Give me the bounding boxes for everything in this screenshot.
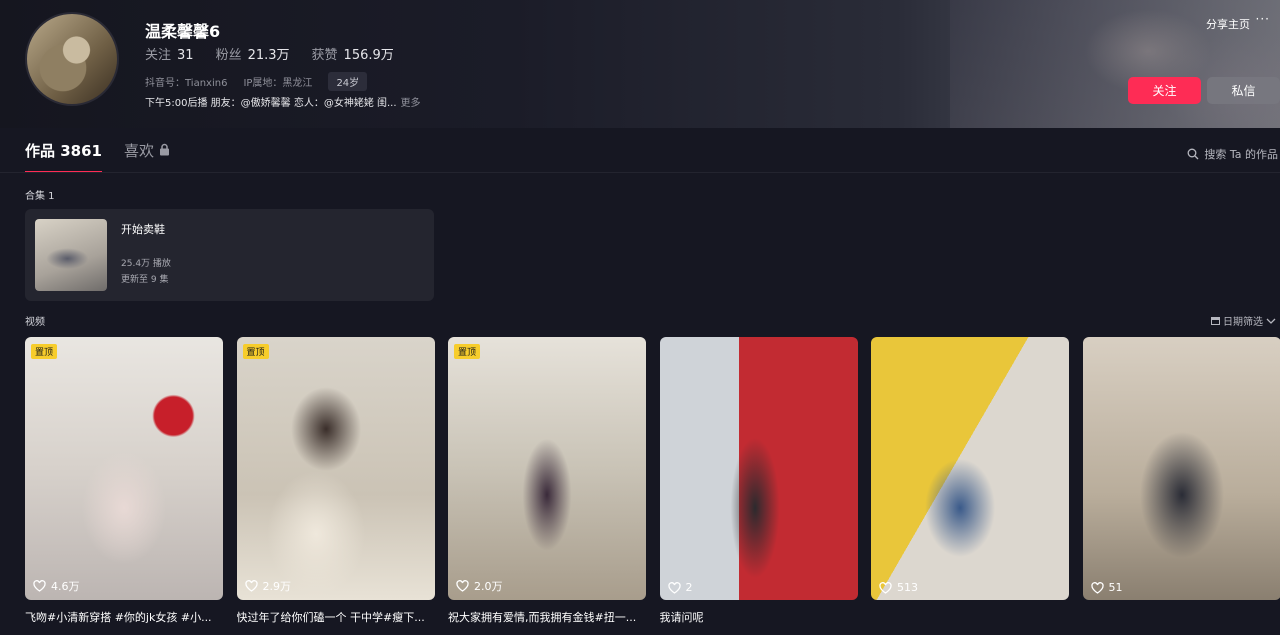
- profile-bio: 下午5:00后播 朋友：@傲娇馨馨 恋人：@女神姥姥 闺... 更多: [145, 94, 421, 109]
- ip-location: IP属地：黑龙江: [243, 78, 313, 89]
- heart-icon: [33, 580, 46, 592]
- likes-count: 2.0万: [474, 580, 503, 593]
- stat-value: 31: [177, 48, 194, 63]
- date-filter-label: 日期筛选: [1223, 317, 1263, 328]
- video-card[interactable]: 51: [1082, 337, 1280, 625]
- tab-works-label: 作品: [25, 142, 56, 160]
- videos-heading: 视频: [25, 317, 45, 328]
- stat-label: 粉丝: [215, 48, 242, 63]
- age-badge: 24岁: [328, 72, 368, 91]
- collection-update: 更新至 9 集: [121, 275, 169, 285]
- collection-thumbnail: [35, 219, 107, 291]
- video-card[interactable]: 置顶 2.0万 祝大家拥有爱情,而我拥有金钱#扭一...: [448, 337, 646, 625]
- video-likes: 51: [1090, 581, 1123, 594]
- stat-value: 156.9万: [343, 48, 394, 63]
- pinned-badge: 置顶: [454, 344, 481, 359]
- stat-label: 获赞: [311, 48, 338, 63]
- video-card[interactable]: 513: [871, 337, 1069, 625]
- follow-button[interactable]: 关注: [1128, 77, 1201, 104]
- video-likes: 2.9万: [244, 578, 292, 594]
- profile-meta: 抖音号：Tianxin6 IP属地：黑龙江 24岁: [145, 72, 383, 91]
- video-grid: 置顶 4.6万 飞吻#小清新穿搭 #你的jk女孩 #小... 置顶 2.9万 快…: [25, 337, 1280, 625]
- collection-title: 开始卖鞋: [121, 223, 165, 236]
- video-card[interactable]: 置顶 2.9万 快过年了给你们磕一个 干中学#瘦下...: [236, 337, 435, 625]
- tab-likes-label: 喜欢: [124, 142, 155, 160]
- more-options-icon[interactable]: ···: [1256, 12, 1270, 26]
- douyin-id: 抖音号：Tianxin6: [145, 78, 228, 89]
- heart-icon: [244, 580, 258, 592]
- video-thumbnail[interactable]: 2: [659, 337, 858, 600]
- stat-value: 21.3万: [247, 48, 290, 63]
- collection-card[interactable]: 开始卖鞋 25.4万 播放 更新至 9 集: [25, 209, 434, 301]
- video-card[interactable]: 2 我请问呢: [659, 337, 858, 625]
- heart-icon: [456, 580, 469, 592]
- chevron-down-icon: [1266, 318, 1276, 324]
- bio-more-link[interactable]: 更多: [401, 98, 421, 109]
- stat-likes: 获赞 156.9万: [312, 44, 394, 63]
- pinned-badge: 置顶: [31, 344, 58, 359]
- video-card[interactable]: 置顶 4.6万 飞吻#小清新穿搭 #你的jk女孩 #小...: [25, 337, 223, 625]
- profile-tabs: 作品 3861 喜欢: [25, 140, 170, 173]
- likes-count: 513: [897, 581, 918, 594]
- date-filter-button[interactable]: 日期筛选: [1211, 313, 1276, 328]
- likes-count: 4.6万: [51, 580, 80, 593]
- tab-likes[interactable]: 喜欢: [124, 140, 170, 173]
- profile-name: 温柔馨馨6: [145, 22, 221, 41]
- video-likes: 2: [667, 581, 693, 594]
- search-works-label: 搜索 Ta 的作品: [1204, 148, 1278, 161]
- video-thumbnail[interactable]: 置顶 4.6万: [25, 337, 223, 600]
- video-thumbnail[interactable]: 51: [1082, 337, 1280, 600]
- pinned-badge: 置顶: [242, 344, 269, 359]
- bio-text: 下午5:00后播 朋友：@傲娇馨馨 恋人：@女神姥姥 闺...: [145, 98, 397, 109]
- stat-followers[interactable]: 粉丝 21.3万: [216, 44, 290, 63]
- likes-count: 2.9万: [262, 580, 292, 593]
- video-likes: 4.6万: [33, 578, 80, 594]
- likes-count: 51: [1108, 581, 1123, 594]
- likes-count: 2: [685, 581, 693, 594]
- profile-stats: 关注 31 粉丝 21.3万 获赞 156.9万: [145, 44, 416, 63]
- video-caption[interactable]: 快过年了给你们磕一个 干中学#瘦下...: [237, 609, 435, 625]
- heart-icon: [879, 581, 892, 594]
- video-thumbnail[interactable]: 513: [871, 337, 1069, 600]
- video-likes: 513: [879, 581, 918, 594]
- lock-icon: [159, 142, 170, 160]
- message-button[interactable]: 私信: [1207, 77, 1280, 104]
- collection-plays: 25.4万 播放: [121, 259, 171, 269]
- video-thumbnail[interactable]: 置顶 2.0万: [448, 337, 646, 600]
- avatar[interactable]: [25, 12, 119, 106]
- tabs-divider: [0, 172, 1280, 173]
- stat-label: 关注: [145, 48, 172, 63]
- video-likes: 2.0万: [456, 578, 503, 594]
- video-caption[interactable]: 祝大家拥有爱情,而我拥有金钱#扭一...: [448, 609, 646, 625]
- share-profile-button[interactable]: 分享主页: [1206, 16, 1250, 32]
- tab-works-count: 3861: [60, 142, 102, 160]
- calendar-icon: [1211, 316, 1220, 325]
- search-icon: [1187, 148, 1199, 160]
- heart-icon: [667, 581, 681, 594]
- search-works-button[interactable]: 搜索 Ta 的作品: [1187, 146, 1278, 162]
- heart-icon: [1090, 581, 1104, 594]
- video-caption[interactable]: 飞吻#小清新穿搭 #你的jk女孩 #小...: [25, 609, 223, 625]
- stat-following[interactable]: 关注 31: [145, 44, 194, 63]
- collections-heading: 合集 1: [25, 191, 55, 202]
- video-caption[interactable]: 我请问呢: [660, 609, 858, 625]
- tab-works[interactable]: 作品 3861: [25, 140, 102, 173]
- video-thumbnail[interactable]: 置顶 2.9万: [236, 337, 435, 600]
